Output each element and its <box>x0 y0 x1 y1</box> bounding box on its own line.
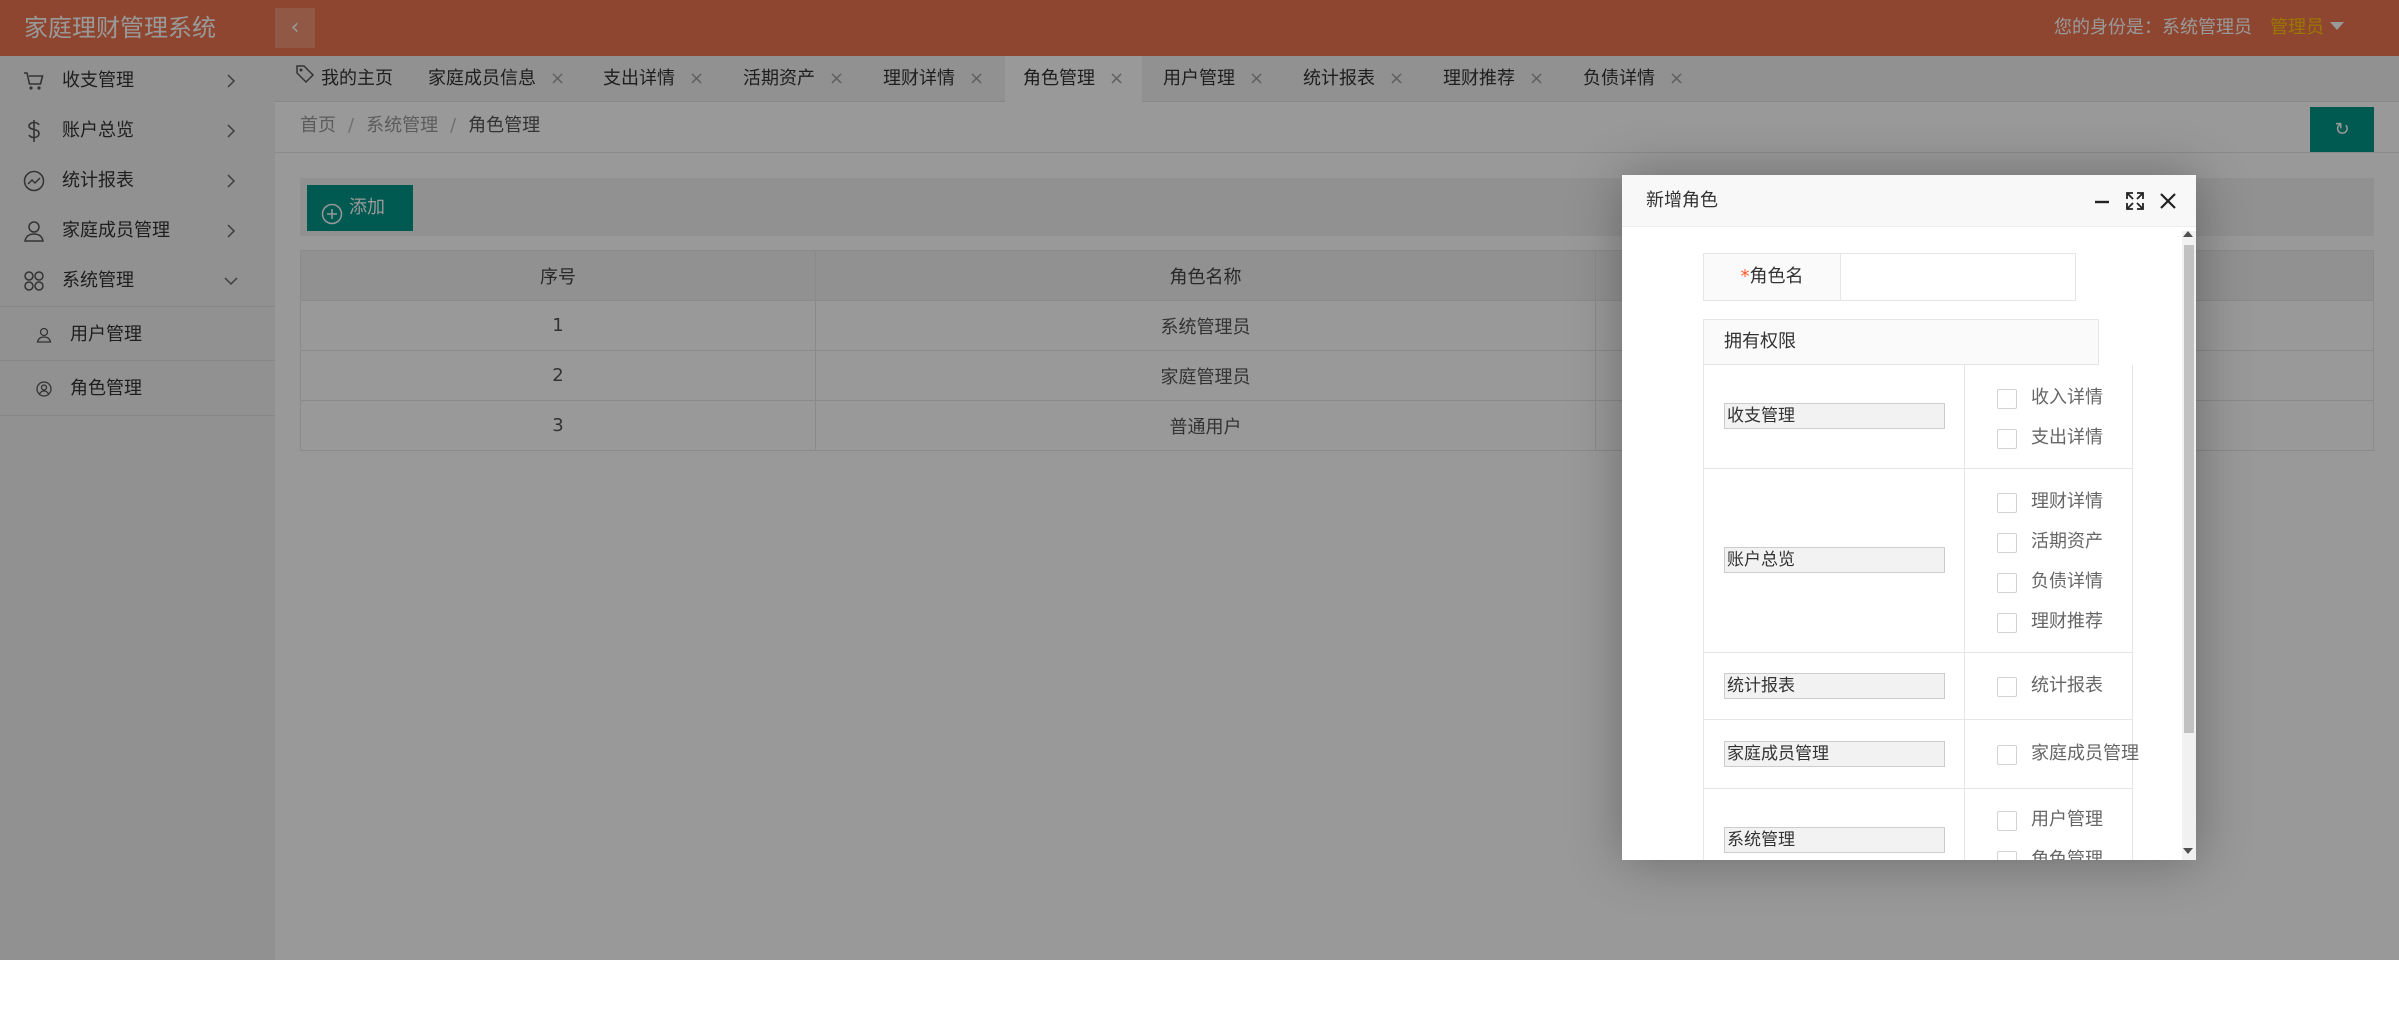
scroll-up-icon[interactable] <box>2183 231 2193 237</box>
dialog-scrollbar-thumb[interactable] <box>2184 245 2194 733</box>
permissions-header: 拥有权限 <box>1703 319 2099 365</box>
close-icon[interactable] <box>2156 189 2180 213</box>
role-name-label: *角色名 <box>1703 253 1841 301</box>
permission-label: 活期资产 <box>2031 531 2103 552</box>
permission-group-row: 账户总览 理财详情 活期资产 负债详情 理财推荐 <box>1703 469 2133 653</box>
checkbox-icon[interactable] <box>1997 677 2017 697</box>
scroll-down-icon[interactable] <box>2183 848 2193 854</box>
dialog-header: 新增角色 <box>1622 175 2196 227</box>
permission-checkbox[interactable]: 理财推荐 <box>1997 607 2103 637</box>
permission-checkbox[interactable]: 收入详情 <box>1997 383 2103 413</box>
checkbox-icon[interactable] <box>1997 493 2017 513</box>
checkbox-icon[interactable] <box>1997 389 2017 409</box>
permission-checkbox[interactable]: 统计报表 <box>1997 671 2103 701</box>
add-role-dialog: 新增角色 *角色名 拥有权限 收支管理 收入详情 支出详情 账户总览 理财详情 <box>1622 175 2196 860</box>
permission-label: 负债详情 <box>2031 571 2103 592</box>
permission-checkbox[interactable]: 理财详情 <box>1997 487 2103 517</box>
permission-group-row: 家庭成员管理 家庭成员管理 <box>1703 720 2139 789</box>
checkbox-icon[interactable] <box>1997 533 2017 553</box>
permission-group-name: 统计报表 <box>1724 673 1945 699</box>
checkbox-icon[interactable] <box>1997 613 2017 633</box>
permission-checkbox[interactable]: 负债详情 <box>1997 567 2103 597</box>
permission-group-name: 家庭成员管理 <box>1724 741 1945 767</box>
permission-group-row: 系统管理 用户管理 角色管理 <box>1703 789 2133 860</box>
permission-label: 理财详情 <box>2031 491 2103 512</box>
role-name-input[interactable] <box>1840 253 2076 301</box>
dialog-title: 新增角色 <box>1646 190 1718 211</box>
permission-checkbox[interactable]: 用户管理 <box>1997 805 2103 835</box>
permission-label: 角色管理 <box>2031 849 2103 860</box>
minimize-icon[interactable] <box>2090 189 2114 213</box>
permission-checkbox[interactable]: 家庭成员管理 <box>1997 739 2139 769</box>
permission-label: 支出详情 <box>2031 427 2103 448</box>
app: 家庭理财管理系统 ‹ 您的身份是：系统管理员 管理员 收支管理 账户总览 统计报… <box>0 0 2399 960</box>
permission-label: 家庭成员管理 <box>2031 743 2139 764</box>
permission-checkbox[interactable]: 角色管理 <box>1997 845 2103 860</box>
permission-group-row: 统计报表 统计报表 <box>1703 653 2133 720</box>
permission-group-name: 系统管理 <box>1724 827 1945 853</box>
permissions-table: 收支管理 收入详情 支出详情 账户总览 理财详情 活期资产 负债详情 理财推荐 … <box>1703 365 2139 860</box>
permission-label: 用户管理 <box>2031 809 2103 830</box>
role-name-label-text: 角色名 <box>1749 266 1804 287</box>
permission-checkbox[interactable]: 支出详情 <box>1997 423 2103 453</box>
checkbox-icon[interactable] <box>1997 573 2017 593</box>
permission-group-row: 收支管理 收入详情 支出详情 <box>1703 365 2133 469</box>
permission-group-name: 账户总览 <box>1724 547 1945 573</box>
permission-checkbox[interactable]: 活期资产 <box>1997 527 2103 557</box>
permission-label: 理财推荐 <box>2031 611 2103 632</box>
required-mark: * <box>1740 266 1750 287</box>
permission-label: 收入详情 <box>2031 387 2103 408</box>
permission-label: 统计报表 <box>2031 675 2103 696</box>
permission-group-name: 收支管理 <box>1724 403 1945 429</box>
checkbox-icon[interactable] <box>1997 811 2017 831</box>
checkbox-icon[interactable] <box>1997 745 2017 765</box>
maximize-icon[interactable] <box>2123 189 2147 213</box>
checkbox-icon[interactable] <box>1997 851 2017 860</box>
checkbox-icon[interactable] <box>1997 429 2017 449</box>
